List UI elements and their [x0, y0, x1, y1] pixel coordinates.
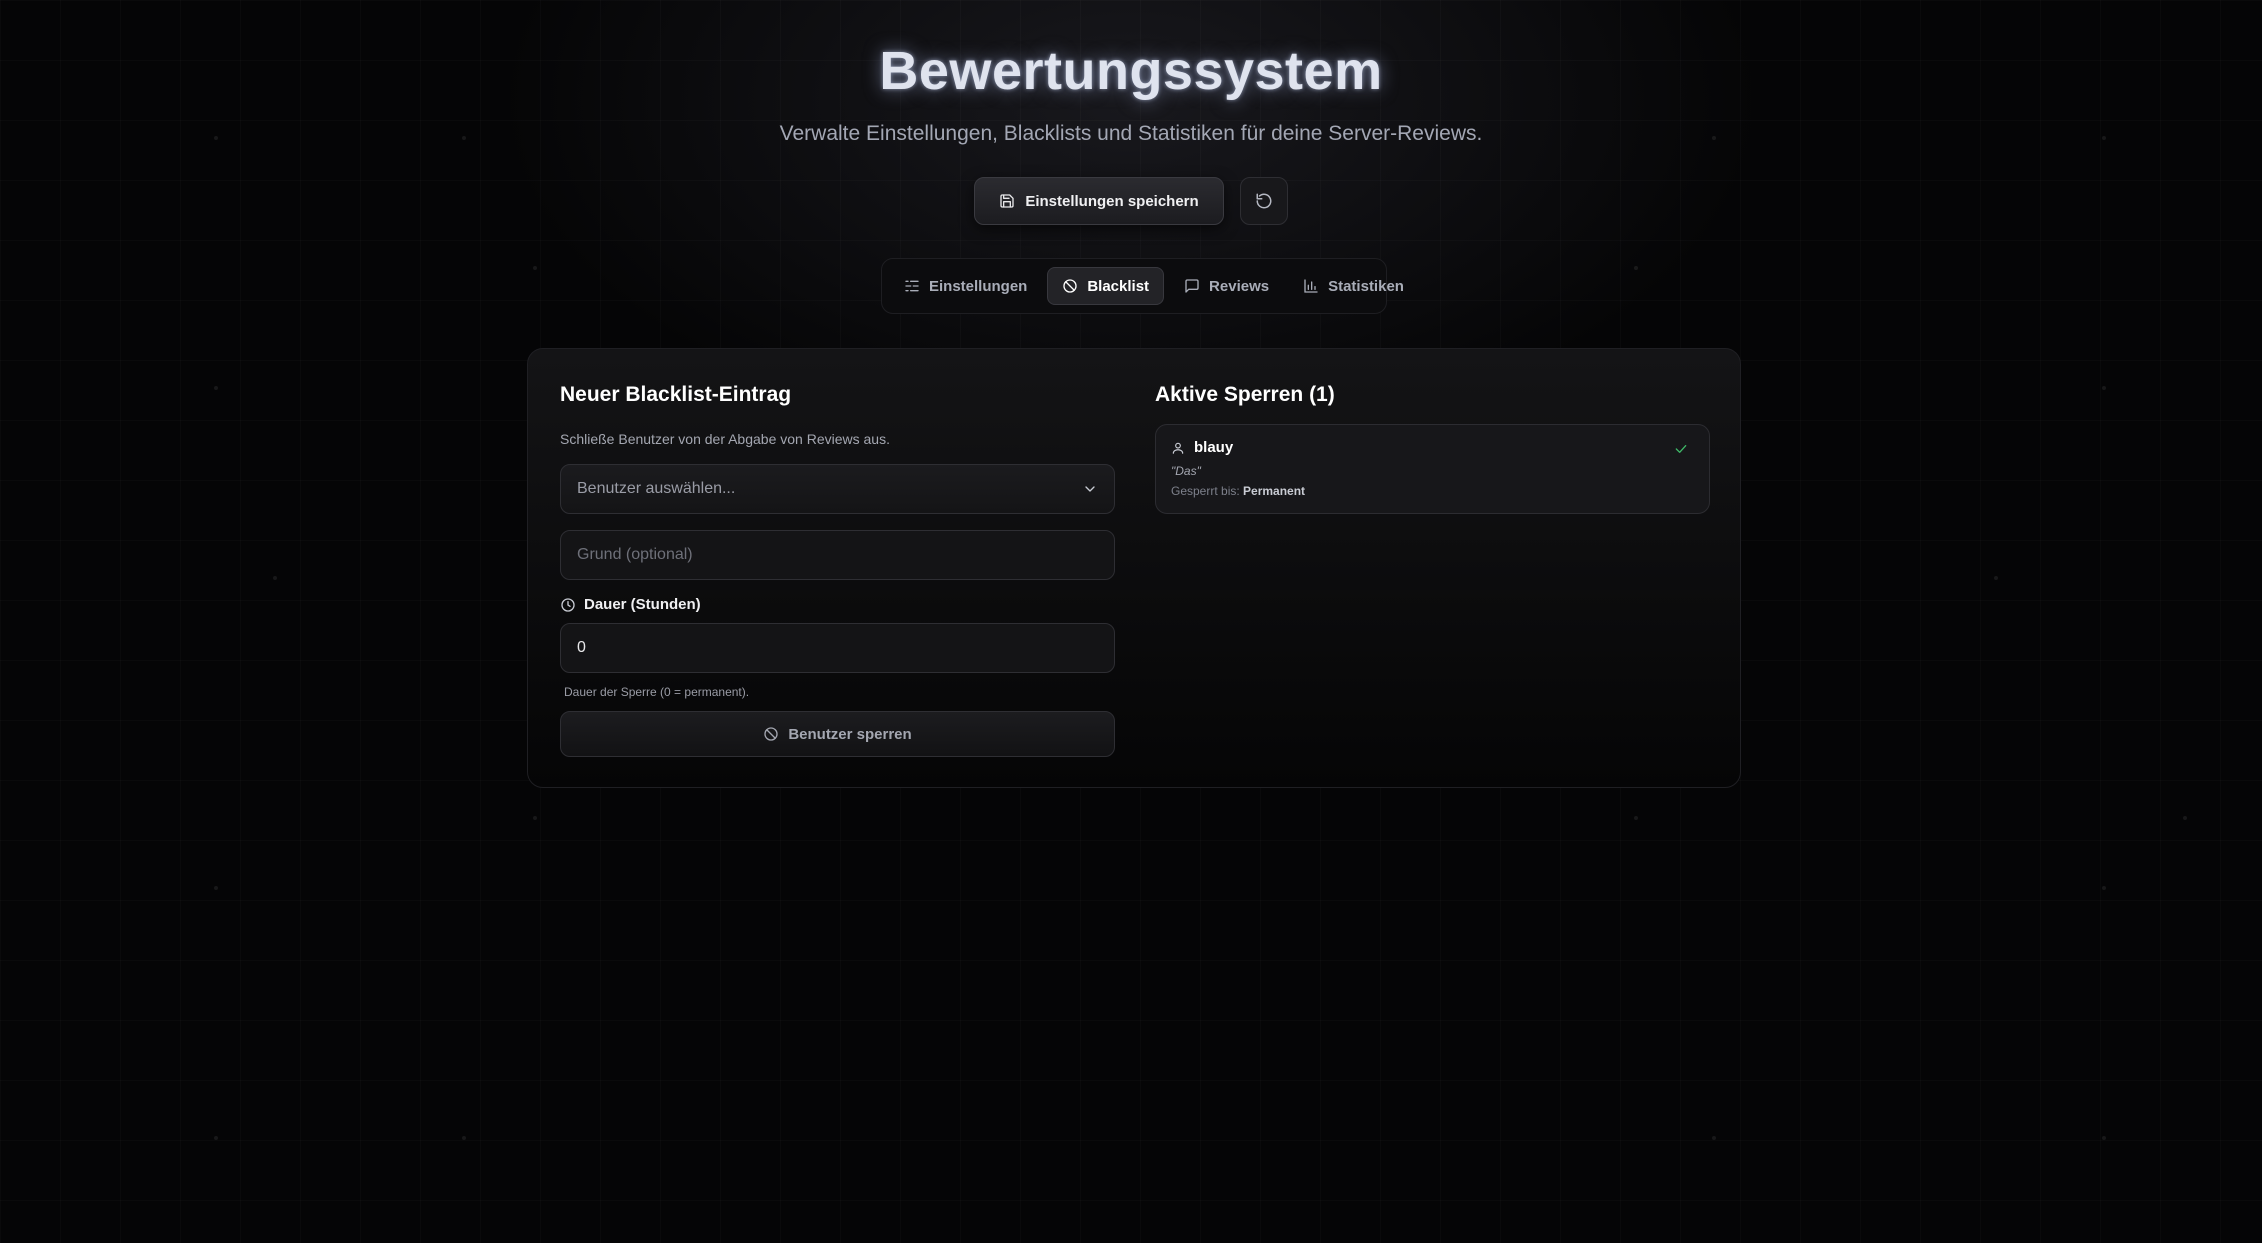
ban-entry[interactable]: blauy "Das" Gesperrt bis: Permanent: [1155, 424, 1710, 514]
ban-icon: [1062, 278, 1078, 294]
background-dot: [533, 816, 537, 820]
save-settings-label: Einstellungen speichern: [1025, 192, 1199, 210]
clock-icon: [560, 597, 576, 613]
user-icon: [1171, 441, 1185, 455]
background-dot: [1634, 266, 1638, 270]
blacklist-form: Neuer Blacklist-Eintrag Schließe Benutze…: [560, 383, 1115, 757]
tab-label: Reviews: [1209, 277, 1270, 295]
form-description: Schließe Benutzer von der Abgabe von Rev…: [560, 431, 890, 447]
bar-chart-icon: [1303, 278, 1319, 294]
background-dot: [214, 386, 218, 390]
reset-button[interactable]: [1239, 177, 1288, 225]
duration-value: 0: [577, 639, 586, 656]
active-bans-heading: Aktive Sperren (1): [1155, 383, 1335, 406]
ban-entry-until: Gesperrt bis: Permanent: [1171, 484, 1694, 498]
background-dot: [1712, 1136, 1716, 1140]
background-dot: [2102, 386, 2106, 390]
duration-input[interactable]: 0: [560, 623, 1115, 673]
save-icon: [999, 193, 1015, 209]
tab-statistiken[interactable]: Statistiken: [1289, 267, 1418, 305]
background-dot: [1634, 816, 1638, 820]
chevron-down-icon: [1082, 481, 1098, 497]
ban-icon: [763, 726, 779, 742]
background-dot: [2102, 1136, 2106, 1140]
background-dot: [462, 1136, 466, 1140]
ban-user-button[interactable]: Benutzer sperren: [560, 711, 1115, 757]
tab-bar: Einstellungen Blacklist Reviews Statisti…: [881, 258, 1404, 314]
message-square-icon: [1184, 278, 1200, 294]
page-title: Bewertungssystem: [879, 41, 1383, 101]
rotate-ccw-icon: [1255, 192, 1273, 210]
form-heading: Neuer Blacklist-Eintrag: [560, 383, 792, 406]
tab-label: Einstellungen: [929, 277, 1028, 295]
ban-entry-reason: "Das": [1171, 464, 1201, 478]
tab-label: Statistiken: [1328, 277, 1404, 295]
background-dot: [533, 266, 537, 270]
tab-reviews[interactable]: Reviews: [1170, 267, 1283, 305]
ban-entry-username: blauy: [1194, 439, 1234, 456]
background-dot: [214, 886, 218, 890]
ban-until-label: Gesperrt bis:: [1171, 484, 1244, 498]
ban-entry-user: blauy: [1171, 439, 1694, 456]
header-actions: Einstellungen speichern: [0, 177, 2262, 225]
ban-until-value: Permanent: [1243, 484, 1306, 498]
active-bans: Aktive Sperren (1) blauy "Das" Gesperrt …: [1155, 383, 1710, 514]
reason-placeholder: Grund (optional): [577, 546, 693, 563]
page-header: Bewertungssystem Verwalte Einstellungen,…: [0, 40, 2262, 146]
background-dot: [2102, 886, 2106, 890]
ban-user-label: Benutzer sperren: [788, 725, 912, 743]
user-select[interactable]: Benutzer auswählen...: [560, 464, 1115, 514]
sliders-icon: [904, 278, 920, 294]
save-settings-button[interactable]: Einstellungen speichern: [974, 177, 1224, 225]
background-dot: [273, 576, 277, 580]
page-subtitle: Verwalte Einstellungen, Blacklists und S…: [779, 122, 1483, 145]
tab-label: Blacklist: [1087, 277, 1150, 295]
reason-input[interactable]: Grund (optional): [560, 530, 1115, 580]
blacklist-panel: Neuer Blacklist-Eintrag Schließe Benutze…: [527, 348, 1741, 788]
duration-label-text: Dauer (Stunden): [584, 596, 701, 613]
background-dot: [2183, 816, 2187, 820]
user-select-value: Benutzer auswählen...: [577, 480, 736, 497]
tab-blacklist[interactable]: Blacklist: [1047, 267, 1165, 305]
check-icon[interactable]: [1673, 441, 1689, 457]
background-dot: [1994, 576, 1998, 580]
background-dot: [214, 1136, 218, 1140]
duration-label: Dauer (Stunden): [560, 596, 1115, 613]
tab-einstellungen[interactable]: Einstellungen: [890, 267, 1041, 305]
duration-hint: Dauer der Sperre (0 = permanent).: [564, 685, 750, 699]
